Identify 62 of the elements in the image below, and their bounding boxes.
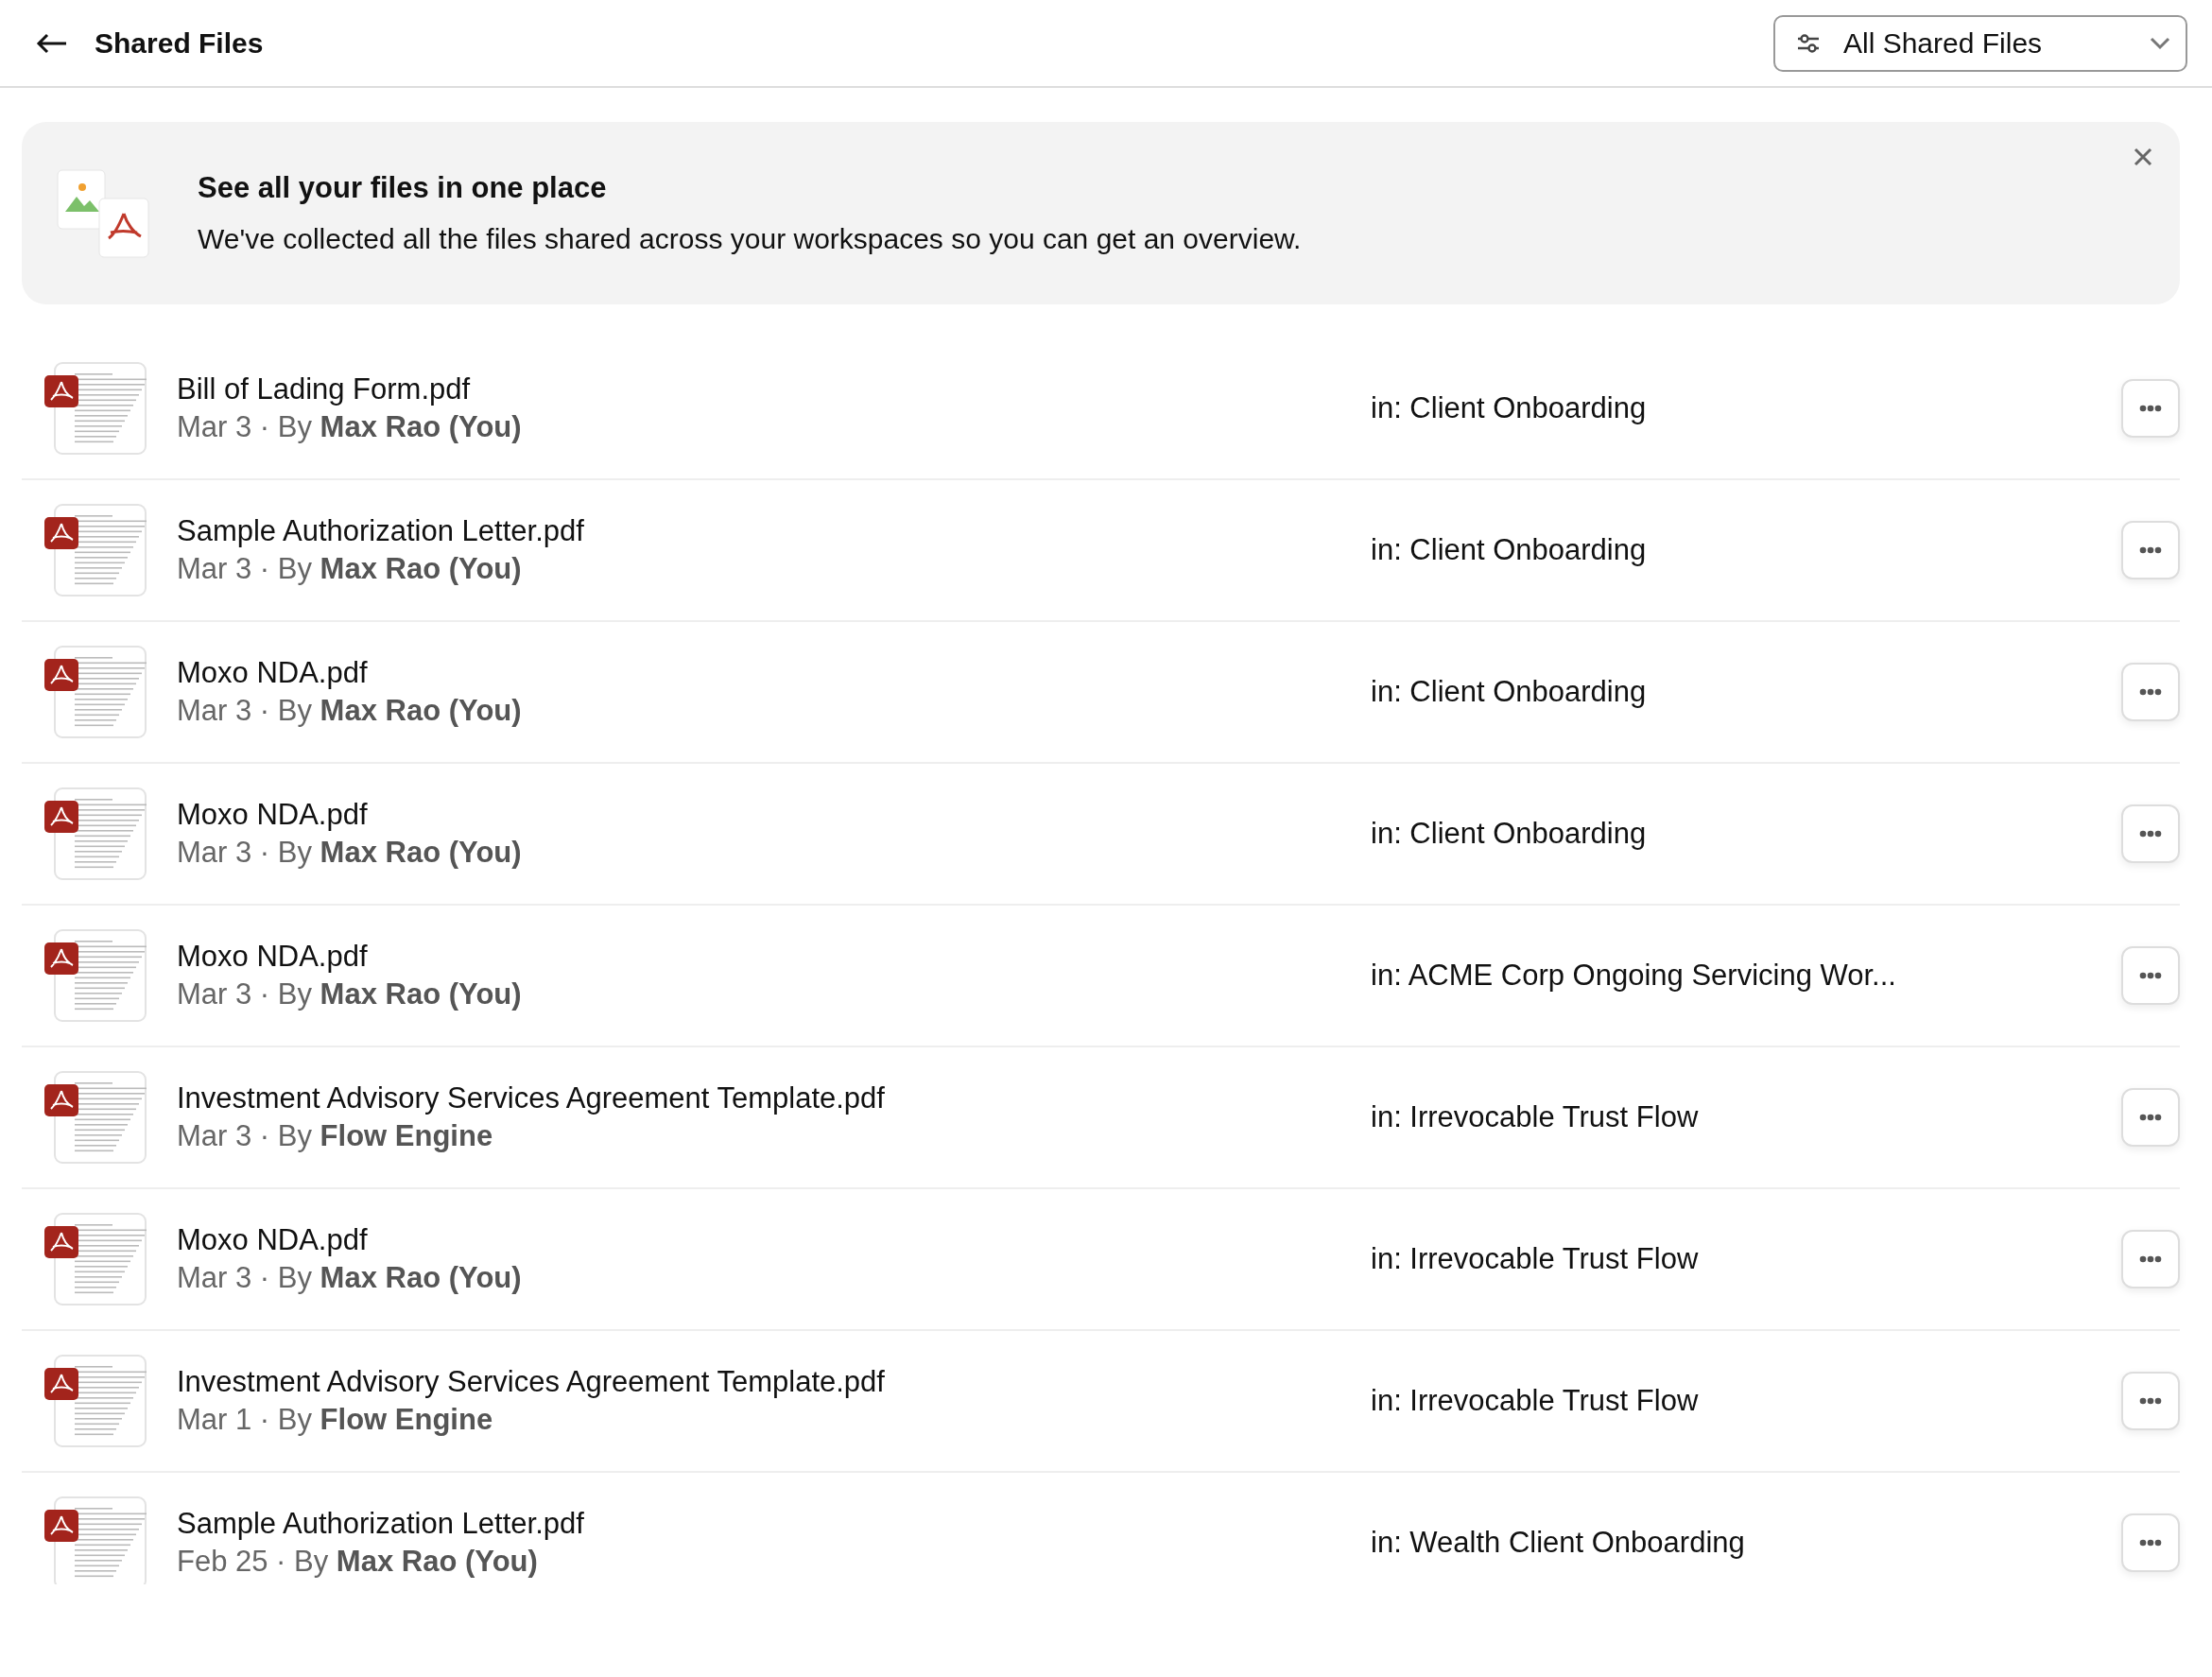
chevron-down-icon	[2150, 36, 2170, 50]
file-name[interactable]: Moxo NDA.pdf	[177, 795, 522, 834]
file-meta: Mar 1 · By Flow Engine	[177, 1402, 494, 1438]
file-name[interactable]: Moxo NDA.pdf	[177, 1220, 522, 1259]
pdf-icon	[44, 1084, 78, 1116]
file-meta: Mar 3 · By Max Rao (You)	[177, 835, 522, 871]
file-location: in: Irrevocable Trust Flow	[1371, 1382, 1699, 1419]
file-meta: Mar 3 · By Max Rao (You)	[177, 551, 523, 587]
file-meta: Mar 3 · By Max Rao (You)	[177, 1260, 522, 1296]
files-illustration-icon	[56, 167, 152, 259]
pdf-icon	[44, 659, 78, 691]
more-icon	[2139, 546, 2162, 554]
pdf-icon	[44, 942, 78, 975]
more-icon	[2139, 1539, 2162, 1547]
file-name[interactable]: Sample Authorization Letter.pdf	[177, 511, 584, 550]
file-location: in: Irrevocable Trust Flow	[1371, 1240, 1699, 1277]
more-button[interactable]	[2121, 379, 2180, 438]
more-icon	[2139, 405, 2162, 412]
file-location: in: Client Onboarding	[1371, 531, 1647, 568]
filter-dropdown[interactable]: All Shared Files	[1773, 14, 2187, 72]
more-button[interactable]	[2121, 804, 2180, 863]
pdf-icon	[44, 1226, 78, 1258]
more-button[interactable]	[2121, 946, 2180, 1005]
more-button[interactable]	[2121, 1372, 2180, 1430]
close-icon	[2133, 147, 2153, 167]
file-name[interactable]: Investment Advisory Services Agreement Template.pdf	[177, 1079, 885, 1117]
file-meta: Mar 3 · By Max Rao (You)	[177, 693, 522, 729]
file-meta: Mar 3 · By Max Rao (You)	[177, 977, 522, 1012]
more-icon	[2139, 688, 2162, 696]
banner-title: See all your files in one place	[198, 169, 608, 206]
pdf-icon	[44, 1368, 78, 1400]
more-icon	[2139, 1255, 2162, 1263]
file-location: in: Wealth Client Onboarding	[1371, 1524, 1745, 1561]
pdf-icon	[44, 1510, 78, 1542]
page-title: Shared Files	[95, 26, 264, 61]
file-location: in: Client Onboarding	[1371, 815, 1647, 852]
file-name[interactable]: Investment Advisory Services Agreement Template.pdf	[177, 1362, 885, 1401]
more-button[interactable]	[2121, 1088, 2180, 1147]
file-meta: Mar 3 · By Max Rao (You)	[177, 409, 522, 445]
more-button[interactable]	[2121, 521, 2180, 579]
file-location: in: ACME Corp Ongoing Servicing Wor...	[1371, 957, 1896, 994]
file-location: in: Client Onboarding	[1371, 389, 1647, 426]
more-button[interactable]	[2121, 1230, 2180, 1288]
more-icon	[2139, 1397, 2162, 1405]
file-name[interactable]: Moxo NDA.pdf	[177, 653, 522, 692]
file-meta: Feb 25 · By Max Rao (You)	[177, 1544, 539, 1580]
file-location: in: Client Onboarding	[1371, 673, 1647, 710]
more-button[interactable]	[2121, 663, 2180, 721]
more-icon	[2139, 972, 2162, 979]
pdf-icon	[44, 801, 78, 833]
banner-text: We've collected all the files shared across your workspaces so you can get an overview.	[198, 222, 1302, 257]
file-location: in: Irrevocable Trust Flow	[1371, 1098, 1699, 1135]
file-name[interactable]: Sample Authorization Letter.pdf	[177, 1504, 584, 1543]
file-name[interactable]: Bill of Lading Form.pdf	[177, 370, 522, 408]
file-meta: Mar 3 · By Flow Engine	[177, 1118, 494, 1154]
filter-icon	[1796, 31, 1821, 55]
more-button[interactable]	[2121, 1513, 2180, 1572]
more-icon	[2139, 830, 2162, 838]
file-name[interactable]: Moxo NDA.pdf	[177, 937, 522, 976]
pdf-icon	[44, 517, 78, 549]
more-icon	[2139, 1114, 2162, 1121]
pdf-icon	[44, 375, 78, 407]
